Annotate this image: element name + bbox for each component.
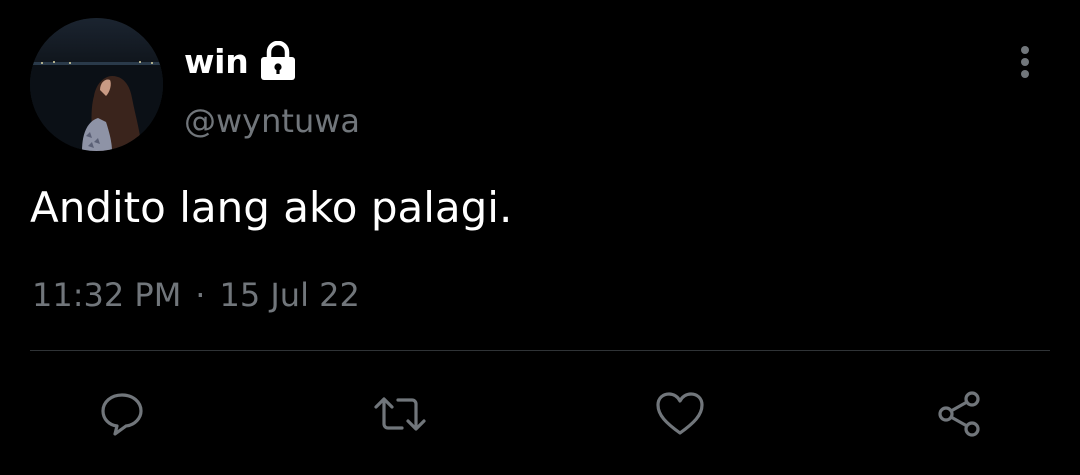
tweet-timestamp[interactable]: 11:32 PM · 15 Jul 22 — [32, 276, 360, 314]
lock-icon — [261, 41, 296, 80]
display-name[interactable]: win — [184, 45, 249, 78]
share-button[interactable] — [932, 386, 988, 442]
retweet-icon — [374, 397, 426, 431]
display-name-row: win — [184, 36, 296, 86]
avatar-photo — [30, 18, 163, 151]
action-bar — [0, 380, 1080, 450]
divider — [30, 350, 1050, 351]
retweet-button[interactable] — [372, 386, 428, 442]
share-icon — [938, 391, 980, 437]
heart-icon — [656, 392, 704, 435]
tweet-text: Andito lang ako palagi. — [30, 183, 513, 232]
user-handle[interactable]: @wyntuwa — [184, 102, 360, 140]
timestamp-separator: · — [195, 276, 206, 314]
avatar[interactable] — [30, 18, 163, 151]
tweet-time: 11:32 PM — [32, 276, 182, 314]
tweet[interactable]: win @wyntuwa Andito lang ako palagi. 11:… — [0, 0, 1080, 475]
reply-button[interactable] — [94, 386, 150, 442]
tweet-date: 15 Jul 22 — [219, 276, 360, 314]
reply-icon — [101, 393, 143, 436]
like-button[interactable] — [652, 386, 708, 442]
more-vertical-icon[interactable] — [1010, 42, 1040, 82]
